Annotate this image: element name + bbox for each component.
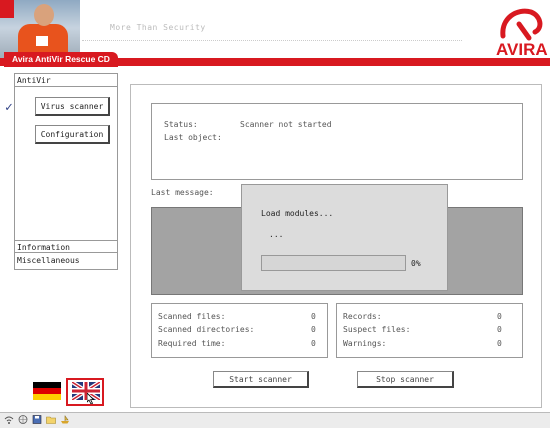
- configuration-button[interactable]: Configuration: [35, 125, 110, 144]
- checkmark-icon: ✓: [5, 100, 13, 115]
- lifejacket-patch: [36, 36, 48, 46]
- mouse-cursor-icon: [87, 393, 95, 404]
- stat-value-suspect-files: 0: [497, 325, 502, 334]
- header: More Than Security AVIRA Avira AntiVir R…: [0, 0, 550, 67]
- floppy-icon[interactable]: [32, 415, 42, 424]
- stat-label-required-time: Required time:: [158, 339, 226, 348]
- stat-value-scanned-files: 0: [311, 312, 316, 321]
- stat-value-scanned-directories: 0: [311, 325, 316, 334]
- progress-percent: 0%: [411, 259, 421, 268]
- progress-bar: [261, 255, 406, 271]
- avira-logo-icon: [500, 8, 543, 41]
- german-flag-icon[interactable]: [33, 382, 61, 400]
- tagline: More Than Security: [110, 23, 206, 32]
- stat-value-required-time: 0: [311, 339, 316, 348]
- globe-icon[interactable]: [18, 415, 28, 424]
- folder-icon[interactable]: [46, 415, 56, 424]
- stop-scanner-button[interactable]: Stop scanner: [357, 371, 454, 388]
- status-value: Scanner not started: [240, 120, 332, 129]
- product-title: Avira AntiVir Rescue CD: [4, 52, 118, 67]
- sidebar-section-antivir[interactable]: AntiVir: [15, 74, 117, 87]
- stat-label-records: Records:: [343, 312, 382, 321]
- selected-language-highlight: [66, 378, 104, 406]
- person-head: [34, 4, 54, 26]
- stat-label-scanned-directories: Scanned directories:: [158, 325, 255, 334]
- wifi-icon[interactable]: [4, 415, 14, 424]
- last-message-label: Last message:: [151, 188, 214, 197]
- flag-stripe-gold: [33, 394, 61, 400]
- dialog-dots: ...: [269, 230, 284, 239]
- stat-value-warnings: 0: [497, 339, 502, 348]
- sidebar-section-miscellaneous[interactable]: Miscellaneous: [15, 254, 117, 267]
- taskbar: [0, 412, 550, 428]
- header-divider: [82, 40, 462, 41]
- virus-scanner-button[interactable]: Virus scanner: [35, 97, 110, 116]
- stat-value-records: 0: [497, 312, 502, 321]
- status-label: Status:: [164, 120, 198, 129]
- boat-icon[interactable]: [60, 415, 70, 424]
- stat-label-warnings: Warnings:: [343, 339, 387, 348]
- last-object-label: Last object:: [164, 133, 222, 142]
- stat-label-suspect-files: Suspect files:: [343, 325, 411, 334]
- stat-label-scanned-files: Scanned files:: [158, 312, 226, 321]
- logo-text: AVIRA: [496, 40, 548, 59]
- sidebar-section-information[interactable]: Information: [15, 240, 117, 253]
- dialog-title: Load modules...: [261, 209, 334, 218]
- corner-accent: [0, 0, 14, 18]
- start-scanner-button[interactable]: Start scanner: [213, 371, 309, 388]
